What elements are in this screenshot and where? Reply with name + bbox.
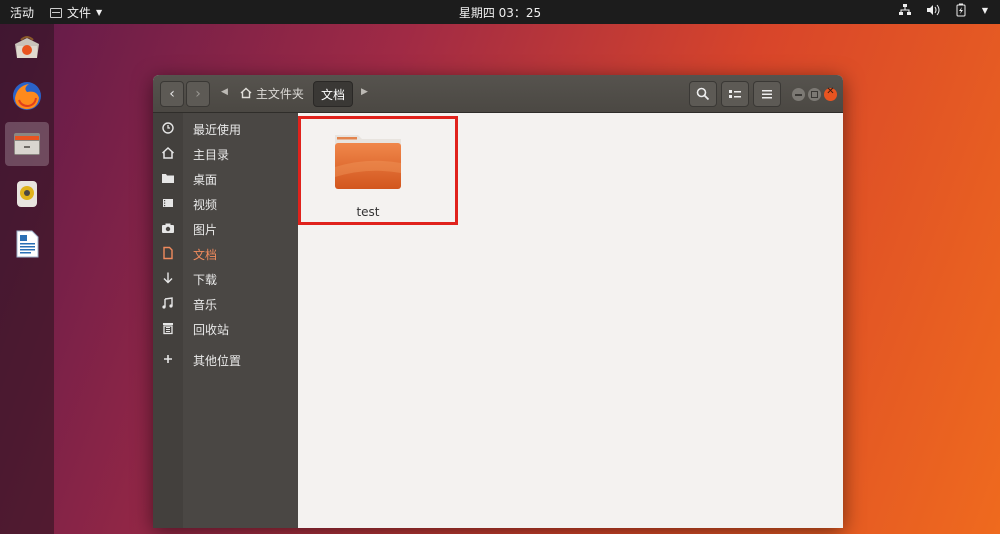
sidebar-item-label: 下载 [193,273,218,287]
dock-item-libreoffice-writer[interactable] [5,222,49,266]
plus-icon [164,355,172,363]
sidebar-item-label: 最近使用 [193,123,242,137]
sidebar-item-downloads[interactable]: 下载 [153,268,298,290]
music-icon [162,297,173,309]
sidebar-item-label: 主目录 [193,148,230,162]
system-tray[interactable]: ▼ [898,3,988,17]
minimize-button[interactable] [792,88,805,101]
home-icon [161,146,175,159]
sidebar-item-music[interactable]: 音乐 [153,293,298,315]
top-bar: 活动 文件 ▼ 星期四 03：25 ▼ [0,0,1000,24]
rhythmbox-icon [17,181,37,207]
sidebar-item-trash[interactable]: 回收站 [153,318,298,340]
sidebar-item-label: 音乐 [193,298,218,312]
breadcrumb-left-arrow-icon[interactable]: ◀ [221,87,228,97]
highlight-box [298,116,458,225]
forward-button[interactable]: › [186,81,210,107]
ubuntu-software-icon [15,36,39,58]
download-icon [163,272,173,284]
sidebar-item-label: 回收站 [193,323,230,337]
header-bar: ‹ › ◀ 主文件夹 文档 ▶ ✕ [153,75,843,113]
maximize-button[interactable] [808,88,821,101]
minimize-icon [795,94,802,96]
trash-icon [163,323,173,335]
sidebar-item-other-locations[interactable]: 其他位置 [153,349,298,371]
view-toggle-button[interactable] [721,81,749,107]
folder-icon [162,174,174,183]
sidebar-item-recent[interactable]: 最近使用 [153,118,298,140]
breadcrumb-current-label: 文档 [321,88,346,102]
volume-icon[interactable] [926,3,940,17]
files-window: ‹ › ◀ 主文件夹 文档 ▶ ✕ 最近使用 主目录 桌面 视频 图片 文档 下… [153,75,843,528]
sidebar-item-label: 图片 [193,223,218,237]
dock-item-rhythmbox[interactable] [5,172,49,216]
libreoffice-writer-icon [16,230,39,258]
network-icon[interactable] [898,3,912,17]
sidebar-item-label: 其他位置 [193,354,242,368]
back-button[interactable]: ‹ [160,81,184,107]
chevron-left-icon: ‹ [169,86,175,102]
search-button[interactable] [689,81,717,107]
firefox-icon [13,82,41,110]
sidebar-item-label: 文档 [193,248,218,262]
dock-item-files[interactable] [5,122,49,166]
close-icon: ✕ [826,86,835,97]
sidebar-item-documents[interactable]: 文档 [153,243,298,265]
breadcrumb-home-label: 主文件夹 [255,87,304,101]
breadcrumb-current[interactable]: 文档 [313,81,354,107]
sidebar-item-desktop[interactable]: 桌面 [153,168,298,190]
chevron-right-icon: › [195,86,201,102]
dock-item-firefox[interactable] [5,74,49,118]
menu-button[interactable] [753,81,781,107]
battery-icon[interactable] [954,3,968,17]
breadcrumb-home[interactable]: 主文件夹 [233,81,311,107]
sidebar-item-pictures[interactable]: 图片 [153,218,298,240]
clock[interactable]: 星期四 03：25 [0,4,1000,21]
video-icon [163,199,173,207]
home-icon [240,87,252,99]
close-button[interactable]: ✕ [824,86,837,101]
hamburger-menu-icon [762,90,772,99]
document-icon [163,246,173,260]
maximize-icon [811,91,818,98]
list-view-icon [729,90,741,98]
sidebar-item-home[interactable]: 主目录 [153,143,298,165]
sidebar: 最近使用 主目录 桌面 视频 图片 文档 下载 音乐 回收站 其他位置 [153,113,298,528]
dock-item-ubuntu-software[interactable] [5,26,49,70]
files-icon [14,133,40,155]
clock-icon [162,122,174,134]
camera-icon [162,223,174,233]
sidebar-item-videos[interactable]: 视频 [153,193,298,215]
search-icon [696,87,710,101]
sidebar-item-label: 桌面 [193,173,218,187]
sidebar-item-label: 视频 [193,198,218,212]
system-menu-caret-icon[interactable]: ▼ [982,6,988,15]
dock [0,24,54,534]
breadcrumb-right-arrow-icon[interactable]: ▶ [361,87,368,97]
